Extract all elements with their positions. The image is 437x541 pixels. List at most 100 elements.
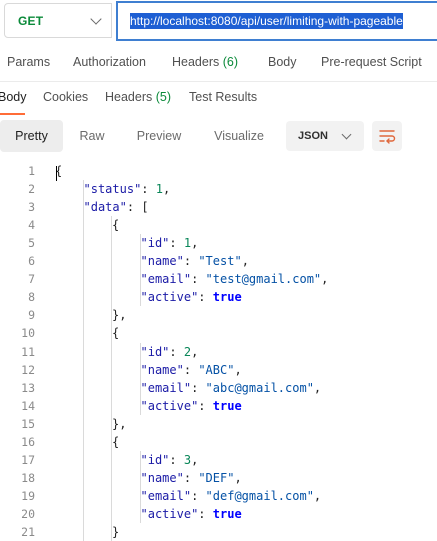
line-number: 18 xyxy=(21,470,35,485)
code-token: "status" xyxy=(83,182,142,197)
view-preview-button[interactable]: Preview xyxy=(124,120,194,152)
indent-guide xyxy=(139,450,141,523)
line-number: 2 xyxy=(28,182,35,197)
wrap-lines-icon xyxy=(379,130,396,144)
line-number: 4 xyxy=(28,218,35,233)
tab-pre-request-script[interactable]: Pre-request Script xyxy=(321,55,422,69)
code-token: , xyxy=(234,470,242,485)
code-text: { xyxy=(112,324,119,342)
code-token: : xyxy=(141,182,149,197)
code-token: 1 xyxy=(155,182,163,197)
tab-params[interactable]: Params xyxy=(7,55,50,69)
method-label: GET xyxy=(18,13,44,28)
code-text: "active": true xyxy=(141,288,242,306)
url-input[interactable]: http://localhost:8080/api/user/limiting-… xyxy=(116,1,437,41)
line-number: 7 xyxy=(28,272,35,287)
line-number: 3 xyxy=(28,200,35,215)
wrap-lines-button[interactable] xyxy=(372,121,402,151)
tab-authorization[interactable]: Authorization xyxy=(73,55,146,69)
code-text: "status": 1, xyxy=(84,180,171,198)
tab-headers[interactable]: Headers (6) xyxy=(172,55,238,69)
code-token: , xyxy=(191,236,199,251)
tab-body[interactable]: Body xyxy=(268,55,297,69)
code-token: "email" xyxy=(140,272,192,287)
tab-response-headers[interactable]: Headers (5) xyxy=(105,90,171,104)
method-select[interactable]: GET xyxy=(4,3,112,38)
code-token: "abc@gmail.com" xyxy=(205,380,314,395)
code-token: , xyxy=(234,362,242,377)
tab-test-results[interactable]: Test Results xyxy=(189,90,257,104)
code-token: }, xyxy=(112,416,127,431)
code-text: }, xyxy=(112,415,126,433)
code-text: "id": 1, xyxy=(141,234,199,252)
code-token: "name" xyxy=(140,254,184,269)
code-token: "id" xyxy=(140,344,170,359)
code-token: : xyxy=(169,344,177,359)
line-number: 14 xyxy=(21,398,35,413)
format-label: JSON xyxy=(298,130,328,142)
tab-headers-label: Headers xyxy=(172,55,220,69)
format-select[interactable]: JSON xyxy=(286,121,364,151)
indent-guide xyxy=(111,216,112,541)
line-number: 10 xyxy=(21,326,35,341)
code-token: , xyxy=(313,380,322,395)
code-text: { xyxy=(112,433,119,451)
text-cursor xyxy=(56,166,57,181)
code-text: "email": "def@gmail.com", xyxy=(141,487,322,505)
indent-guide xyxy=(139,234,141,307)
code-text: "active": true xyxy=(141,397,242,415)
code-token: "id" xyxy=(140,236,170,251)
line-number: 5 xyxy=(28,236,35,251)
code-token: { xyxy=(112,218,120,233)
tab-response-headers-count: (5) xyxy=(155,90,172,104)
code-token: : xyxy=(169,452,177,467)
line-number: 13 xyxy=(21,380,35,395)
code-token: , xyxy=(241,254,249,269)
line-number: 20 xyxy=(21,506,35,521)
tab-response-headers-label: Headers xyxy=(105,90,153,104)
view-visualize-button[interactable]: Visualize xyxy=(201,120,277,152)
code-token: { xyxy=(112,434,120,449)
code-text: } xyxy=(112,523,119,541)
code-token: }, xyxy=(112,308,127,323)
code-token: : xyxy=(169,236,177,251)
code-text: "id": 3, xyxy=(141,451,199,469)
line-number: 6 xyxy=(28,254,35,269)
line-number: 11 xyxy=(21,344,35,359)
code-token: "email" xyxy=(140,380,192,395)
line-number: 17 xyxy=(21,452,35,467)
divider xyxy=(0,81,437,82)
code-token: : xyxy=(183,362,192,377)
code-token: "email" xyxy=(140,488,192,503)
view-raw-button[interactable]: Raw xyxy=(66,120,118,152)
chevron-down-icon xyxy=(341,129,352,139)
code-token: , xyxy=(191,344,199,359)
code-text: "id": 2, xyxy=(141,343,199,361)
tab-cookies[interactable]: Cookies xyxy=(43,90,88,104)
code-token: : xyxy=(183,470,192,485)
code-token: , xyxy=(313,488,322,503)
line-number: 16 xyxy=(21,434,35,449)
active-tab-indicator xyxy=(0,113,25,115)
code-token: "active" xyxy=(140,506,199,521)
code-token: : xyxy=(198,398,206,413)
code-token: [ xyxy=(141,200,149,215)
code-token: "ABC" xyxy=(198,362,235,377)
code-text: "name": "DEF", xyxy=(141,469,242,487)
code-token: , xyxy=(163,182,171,197)
code-text: "email": "test@gmail.com", xyxy=(141,270,329,288)
code-token: "active" xyxy=(140,398,199,413)
code-text: "email": "abc@gmail.com", xyxy=(141,379,322,397)
view-pretty-button[interactable]: Pretty xyxy=(0,120,63,152)
tab-response-body[interactable]: Body xyxy=(0,90,27,104)
code-token: { xyxy=(112,326,120,341)
code-token: "id" xyxy=(140,452,170,467)
